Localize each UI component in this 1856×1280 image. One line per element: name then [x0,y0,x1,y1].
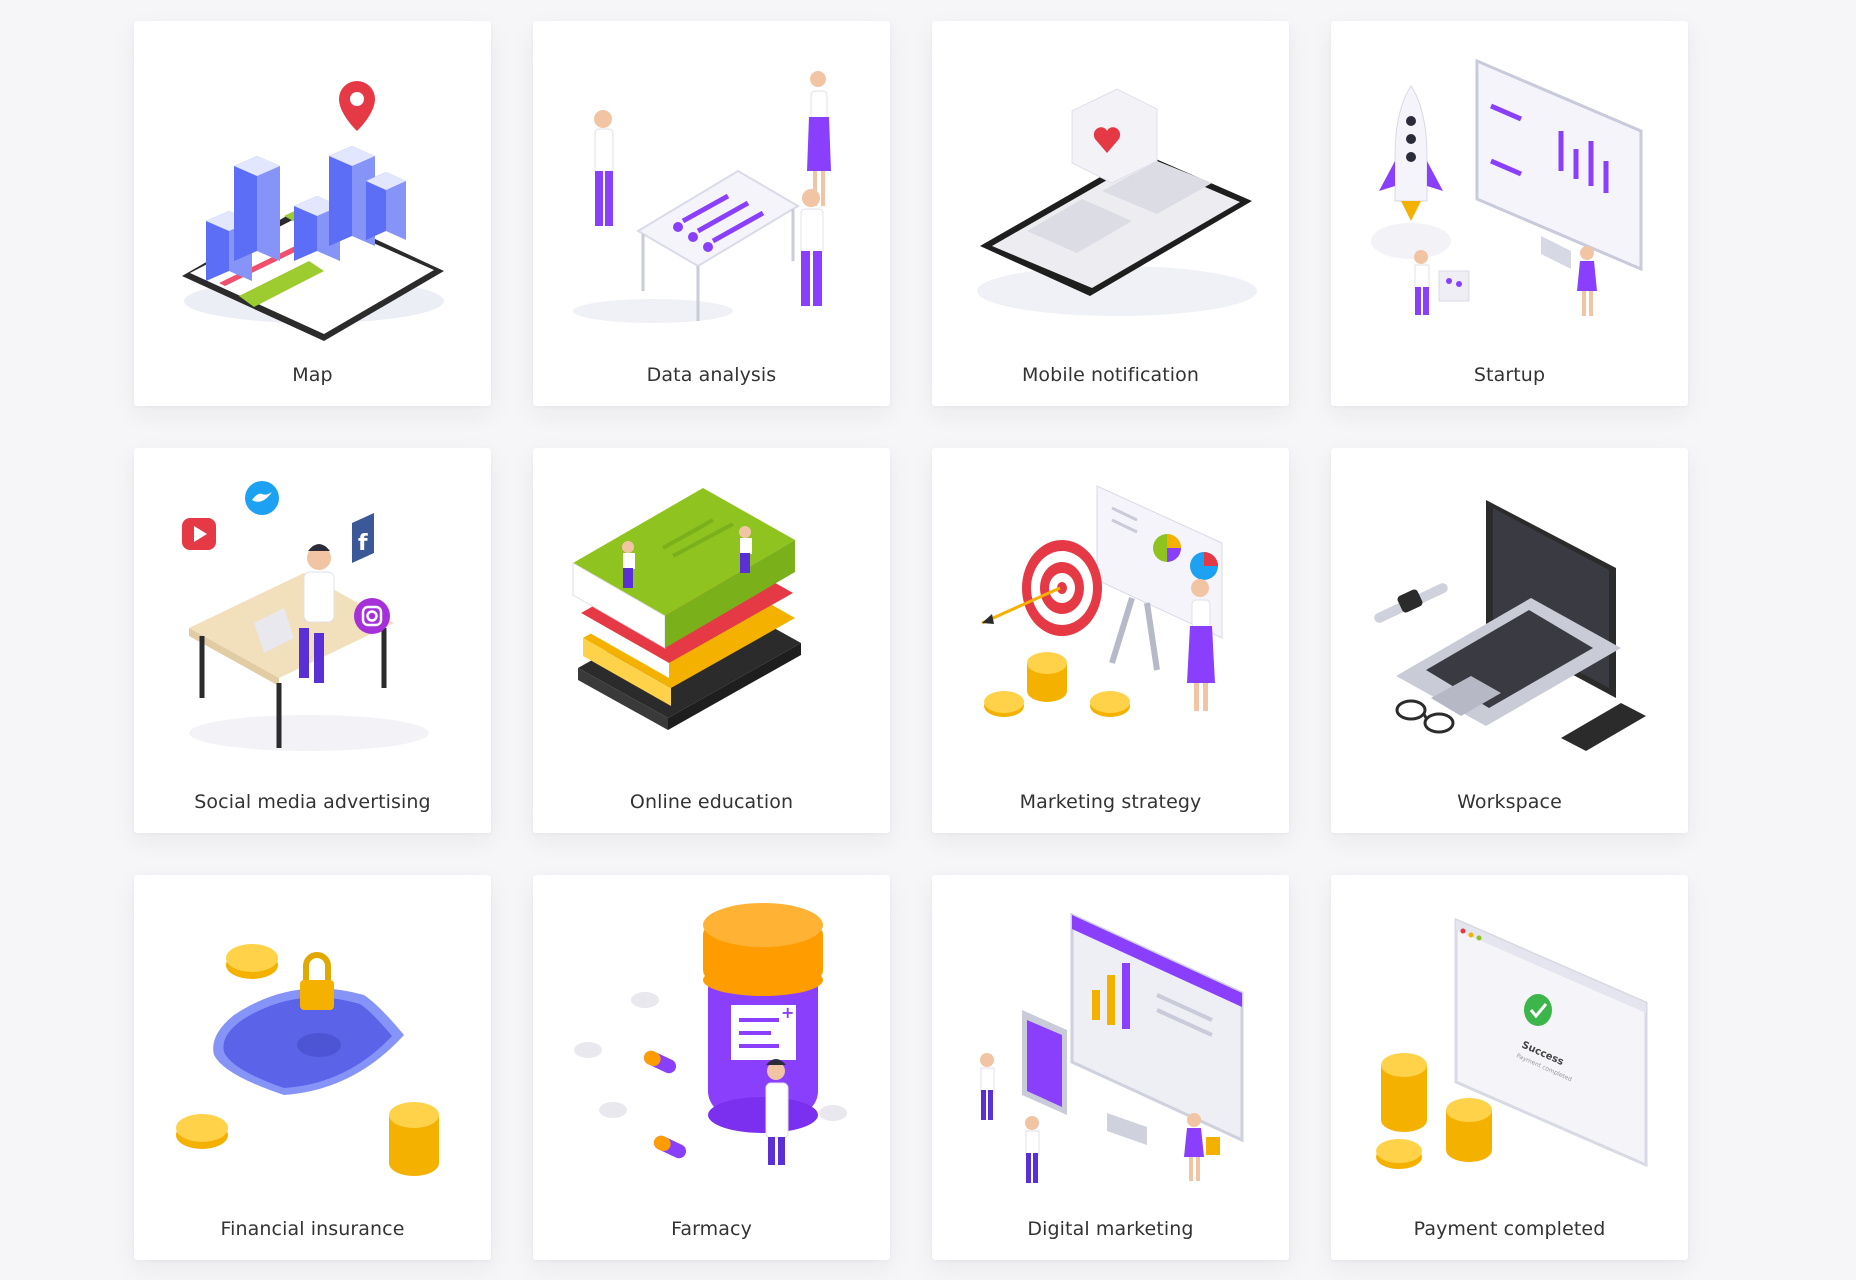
card-label: Financial insurance [220,1218,405,1240]
card-map[interactable]: Map [134,21,491,406]
card-workspace[interactable]: Workspace [1331,448,1688,833]
monitor-marketing-icon [932,875,1289,1205]
card-grid: Map Data analysis Mobile notification St… [134,21,1688,1260]
card-online-education[interactable]: Online education [533,448,890,833]
data-analysis-icon [533,21,890,351]
rocket-startup-icon [1331,21,1688,351]
card-startup[interactable]: Startup [1331,21,1688,406]
card-data-analysis[interactable]: Data analysis [533,21,890,406]
card-label: Startup [1473,364,1546,386]
card-label: Payment completed [1413,1218,1606,1240]
target-strategy-icon [932,448,1289,778]
card-label: Social media advertising [194,791,431,813]
card-label: Data analysis [646,364,777,386]
card-marketing-strategy[interactable]: Marketing strategy [932,448,1289,833]
illustration-gallery: Map Data analysis Mobile notification St… [0,0,1856,1280]
card-label: Digital marketing [1027,1218,1194,1240]
card-farmacy[interactable]: + Farmacy [533,875,890,1260]
books-education-icon [533,448,890,778]
card-social-media-advertising[interactable]: f Social media advertising [134,448,491,833]
svg-text:f: f [358,531,368,556]
card-label: Mobile notification [1021,364,1200,386]
card-mobile-notification[interactable]: Mobile notification [932,21,1289,406]
card-label: Workspace [1457,791,1562,813]
laptop-workspace-icon [1331,448,1688,778]
mobile-notification-icon [932,21,1289,351]
social-media-icon: f [134,448,491,778]
card-payment-completed[interactable]: Success Payment completed Payment comple… [1331,875,1688,1260]
card-label: Map [292,364,333,386]
shield-insurance-icon [134,875,491,1205]
card-label: Online education [629,791,794,813]
pill-bottle-icon: + [533,875,890,1205]
svg-text:+: + [781,1003,794,1022]
card-label: Marketing strategy [1019,791,1202,813]
city-map-icon [134,21,491,351]
card-digital-marketing[interactable]: Digital marketing [932,875,1289,1260]
card-financial-insurance[interactable]: Financial insurance [134,875,491,1260]
card-label: Farmacy [671,1218,752,1240]
payment-success-icon: Success Payment completed [1331,875,1688,1205]
